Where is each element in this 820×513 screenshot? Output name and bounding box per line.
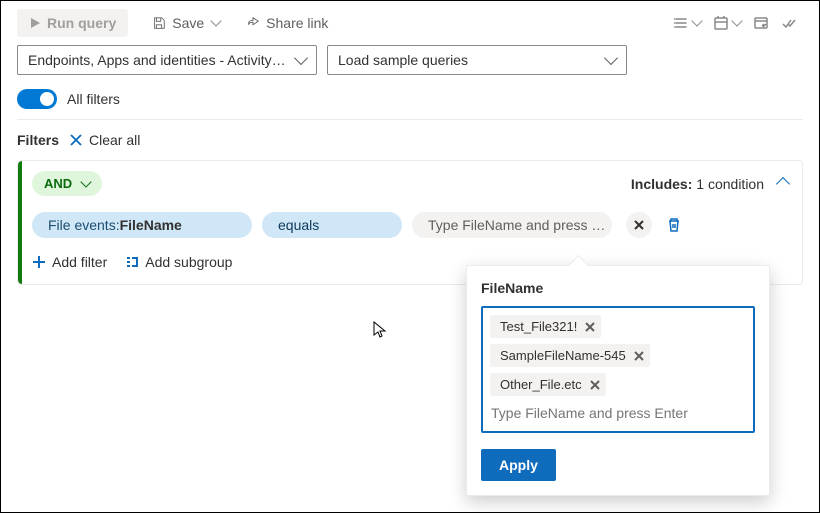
tag-remove-button[interactable] xyxy=(585,322,595,332)
close-icon xyxy=(585,322,595,332)
apply-button[interactable]: Apply xyxy=(481,449,556,481)
add-subgroup-button[interactable]: Add subgroup xyxy=(125,254,232,270)
value-placeholder: Type FileName and press … xyxy=(428,217,605,233)
tag-item: Other_File.etc xyxy=(490,373,606,396)
apply-label: Apply xyxy=(499,457,538,473)
calendar-icon xyxy=(713,15,729,31)
tag-text-input[interactable] xyxy=(487,399,736,427)
list-view-button[interactable] xyxy=(667,11,707,35)
check-button[interactable] xyxy=(775,11,803,35)
clear-value-button[interactable] xyxy=(626,212,652,238)
value-pill[interactable]: Type FileName and press … xyxy=(412,212,612,238)
tag-item: SampleFileName-545 xyxy=(490,344,650,367)
cursor-icon xyxy=(371,321,387,341)
save-icon xyxy=(152,16,166,30)
close-icon xyxy=(634,351,644,361)
add-subgroup-label: Add subgroup xyxy=(145,254,232,270)
tag-label: Test_File321! xyxy=(500,319,577,334)
panel-button[interactable] xyxy=(747,11,775,35)
clear-all-button[interactable]: Clear all xyxy=(69,132,140,148)
all-filters-label: All filters xyxy=(67,91,120,107)
run-query-label: Run query xyxy=(47,15,116,31)
chevron-down-icon xyxy=(691,15,702,26)
share-label: Share link xyxy=(266,15,328,31)
popup-title: FileName xyxy=(481,280,755,296)
clear-all-label: Clear all xyxy=(89,132,140,148)
panel-icon xyxy=(753,15,769,31)
tag-label: SampleFileName-545 xyxy=(500,348,626,363)
play-icon xyxy=(29,17,41,29)
operator-pill[interactable]: equals xyxy=(262,212,402,238)
tag-remove-button[interactable] xyxy=(590,380,600,390)
plus-icon xyxy=(32,255,46,269)
logic-operator-pill[interactable]: AND xyxy=(32,171,102,196)
add-filter-label: Add filter xyxy=(52,254,107,270)
filename-popup: FileName Test_File321! SampleFileName-54… xyxy=(466,265,770,496)
tag-label: Other_File.etc xyxy=(500,377,582,392)
all-filters-toggle[interactable] xyxy=(17,89,57,109)
add-filter-button[interactable]: Add filter xyxy=(32,254,107,270)
share-button[interactable]: Share link xyxy=(236,9,338,37)
chevron-down-icon xyxy=(731,15,742,26)
close-icon xyxy=(590,380,600,390)
list-icon xyxy=(673,15,689,31)
field-pill[interactable]: File events: FileName xyxy=(32,212,252,238)
sample-queries-dropdown[interactable]: Load sample queries xyxy=(327,45,627,75)
share-icon xyxy=(246,16,260,30)
operator-label: equals xyxy=(278,217,319,233)
chevron-down-icon xyxy=(81,176,92,187)
includes-text: Includes: 1 condition xyxy=(631,176,764,192)
run-query-button[interactable]: Run query xyxy=(17,9,128,37)
close-icon xyxy=(633,219,645,231)
chevron-up-icon[interactable] xyxy=(776,176,790,190)
filters-heading: Filters xyxy=(17,132,59,148)
chevron-down-icon xyxy=(294,51,308,65)
trash-icon xyxy=(666,217,682,233)
chevron-down-icon xyxy=(210,15,221,26)
field-name: FileName xyxy=(120,217,182,233)
logic-operator-label: AND xyxy=(44,176,72,191)
field-prefix: File events: xyxy=(48,217,120,233)
data-source-value: Endpoints, Apps and identities - Activit… xyxy=(28,52,286,68)
tag-remove-button[interactable] xyxy=(634,351,644,361)
data-source-dropdown[interactable]: Endpoints, Apps and identities - Activit… xyxy=(17,45,317,75)
close-icon xyxy=(69,133,83,147)
save-button[interactable]: Save xyxy=(142,9,230,37)
tag-item: Test_File321! xyxy=(490,315,601,338)
delete-filter-button[interactable] xyxy=(666,217,682,233)
subgroup-icon xyxy=(125,255,139,269)
calendar-button[interactable] xyxy=(707,11,747,35)
divider xyxy=(17,119,803,120)
tag-input-box[interactable]: Test_File321! SampleFileName-545 Other_F… xyxy=(481,306,755,433)
double-check-icon xyxy=(781,15,797,31)
chevron-down-icon xyxy=(604,51,618,65)
sample-queries-value: Load sample queries xyxy=(338,52,468,68)
save-label: Save xyxy=(172,15,204,31)
